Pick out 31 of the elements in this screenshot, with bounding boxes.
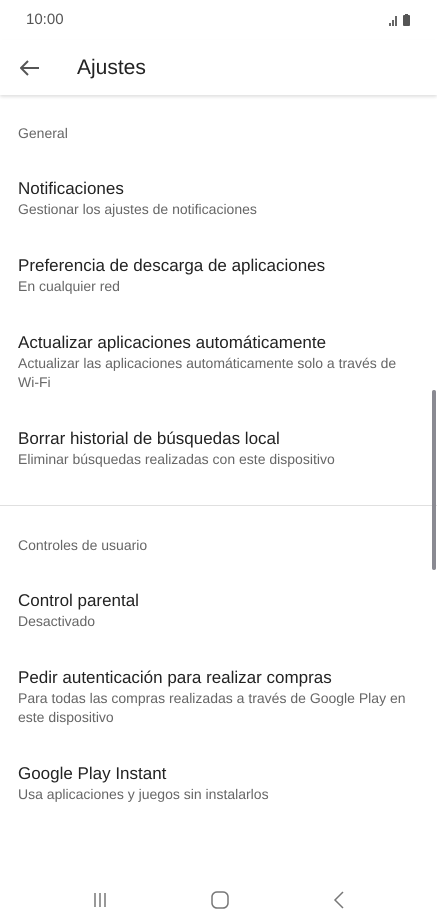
- settings-item[interactable]: Actualizar aplicaciones automáticamente Actualizar las aplicaciones automáticamente solo a través de Wi-Fi: [0, 314, 437, 410]
- home-icon[interactable]: [211, 891, 230, 909]
- settings-item[interactable]: Control parental Desactivado: [0, 572, 437, 649]
- screen-title: Ajustes: [77, 54, 146, 81]
- recent-apps-icon[interactable]: [92, 892, 108, 908]
- settings-item[interactable]: Preferencia de descarga de aplicaciones En cualquier red: [0, 237, 437, 314]
- signal-battery-icon: [389, 14, 411, 26]
- item-subtitle: Eliminar búsquedas realizadas con este dispositivo: [18, 450, 336, 469]
- section-header: General: [18, 125, 68, 141]
- settings-item[interactable]: Borrar historial de búsquedas local Eliminar búsquedas realizadas con este dispositivo: [0, 410, 437, 487]
- item-title: Pedir autenticación para realizar compras: [18, 667, 333, 689]
- item-subtitle: Usa aplicaciones y juegos sin instalarlos: [18, 785, 270, 804]
- section-header: Controles de usuario: [18, 537, 148, 553]
- back-arrow-icon: [20, 60, 40, 76]
- scrollbar-icon: [432, 390, 436, 570]
- status-time: 10:00: [26, 10, 64, 30]
- item-title: Borrar historial de búsquedas local: [18, 428, 281, 450]
- item-subtitle: En cualquier red: [18, 277, 121, 296]
- item-title: Notificaciones: [18, 178, 125, 200]
- item-title: Actualizar aplicaciones automáticamente: [18, 332, 328, 354]
- settings-item[interactable]: Pedir autenticación para realizar compras Para todas las compras realizadas a través de Google Play en este dispositivo: [0, 649, 437, 745]
- item-title: Preferencia de descarga de aplicaciones: [18, 255, 326, 277]
- item-subtitle: Actualizar las aplicaciones automáticamente solo a través de Wi-Fi: [18, 354, 398, 392]
- item-subtitle: Gestionar los ajustes de notificaciones: [18, 200, 258, 219]
- item-subtitle: Para todas las compras realizadas a través de Google Play en este dispositivo: [18, 689, 407, 727]
- settings-item[interactable]: Google Play Instant Usa aplicaciones y juegos sin instalarlos: [0, 745, 437, 822]
- back-icon[interactable]: [333, 891, 346, 909]
- item-title: Control parental: [18, 590, 140, 612]
- item-title: Google Play Instant: [18, 763, 168, 785]
- item-subtitle: Desactivado: [18, 612, 96, 631]
- settings-item[interactable]: Notificaciones Gestionar los ajustes de notificaciones: [0, 160, 437, 237]
